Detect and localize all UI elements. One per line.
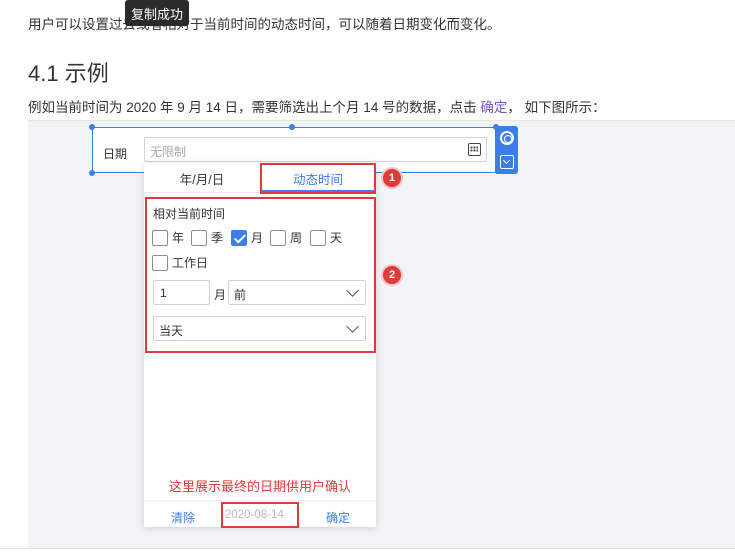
checkbox-label: 天 bbox=[330, 231, 343, 245]
checkbox-label: 工作日 bbox=[172, 256, 209, 270]
example-text-after: ， 如下图所示： bbox=[507, 100, 606, 115]
annotation-box-tab bbox=[260, 163, 376, 194]
annotation-marker-2: 2 bbox=[383, 266, 401, 284]
calendar-icon[interactable] bbox=[468, 143, 481, 156]
annotation-marker-1: 1 bbox=[383, 169, 401, 187]
checkbox-workday[interactable]: 工作日 bbox=[152, 254, 208, 271]
checkbox-label: 月 bbox=[251, 231, 264, 245]
widget-toolbar bbox=[496, 126, 518, 174]
intro-text: 用户可以设置过去或者相对于当前时间的动态时间，可以随着日期变化而变化。 bbox=[28, 17, 501, 32]
confirm-button[interactable]: 确定 bbox=[326, 509, 350, 526]
resize-handle[interactable] bbox=[289, 124, 295, 130]
checkbox-day[interactable]: 天 bbox=[310, 229, 342, 246]
chevron-down-icon bbox=[346, 320, 359, 333]
checkbox-box[interactable] bbox=[191, 229, 207, 246]
checkbox-quarter[interactable]: 季 bbox=[191, 229, 223, 246]
direction-select[interactable]: 前 bbox=[228, 280, 366, 305]
result-note: 这里展示最终的日期供用户确认 bbox=[168, 479, 351, 494]
checkbox-month[interactable]: 月 bbox=[231, 229, 263, 246]
checkbox-year[interactable]: 年 bbox=[152, 229, 184, 246]
footer-divider bbox=[144, 500, 376, 501]
chevron-down-icon bbox=[346, 284, 359, 297]
offset-unit-label: 月 bbox=[214, 288, 227, 302]
gear-icon[interactable] bbox=[500, 131, 514, 145]
offset-value-input[interactable]: 1 bbox=[153, 280, 210, 305]
example-text: 例如当前时间为 2020 年 9 月 14 日，需要筛选出上个月 14 号的数据… bbox=[28, 96, 606, 116]
checkbox-label: 年 bbox=[172, 231, 185, 245]
direction-value: 前 bbox=[234, 288, 247, 302]
clear-button[interactable]: 清除 bbox=[171, 509, 195, 526]
screenshot-canvas bbox=[28, 120, 735, 548]
divider bbox=[0, 548, 735, 549]
tab-absolute-date[interactable]: 年/月/日 bbox=[144, 163, 260, 193]
checkbox-box[interactable] bbox=[310, 229, 326, 246]
date-label: 日期 bbox=[103, 147, 128, 161]
annotation-box-date bbox=[221, 502, 299, 528]
checkbox-box[interactable] bbox=[152, 254, 168, 271]
date-input-placeholder: 无限制 bbox=[150, 145, 187, 159]
checkbox-box[interactable] bbox=[152, 229, 168, 246]
copy-success-tooltip: 复制成功 bbox=[125, 0, 189, 26]
relative-time-title: 相对当前时间 bbox=[153, 207, 226, 221]
checkmark-icon[interactable] bbox=[231, 229, 247, 246]
confirm-link[interactable]: 确定 bbox=[480, 100, 507, 115]
example-text-before: 例如当前时间为 2020 年 9 月 14 日，需要筛选出上个月 14 号的数据… bbox=[28, 100, 481, 115]
date-input[interactable]: 无限制 bbox=[144, 137, 487, 162]
checkbox-label: 周 bbox=[290, 231, 303, 245]
resize-handle[interactable] bbox=[89, 170, 95, 176]
checkbox-label: 季 bbox=[211, 231, 224, 245]
dropdown-icon[interactable] bbox=[500, 155, 514, 169]
anchor-select[interactable]: 当天 bbox=[153, 316, 366, 341]
anchor-value: 当天 bbox=[159, 324, 184, 338]
checkbox-box[interactable] bbox=[270, 229, 286, 246]
checkbox-week[interactable]: 周 bbox=[270, 229, 302, 246]
resize-handle[interactable] bbox=[89, 124, 95, 130]
section-heading: 4.1 示例 bbox=[28, 61, 109, 86]
